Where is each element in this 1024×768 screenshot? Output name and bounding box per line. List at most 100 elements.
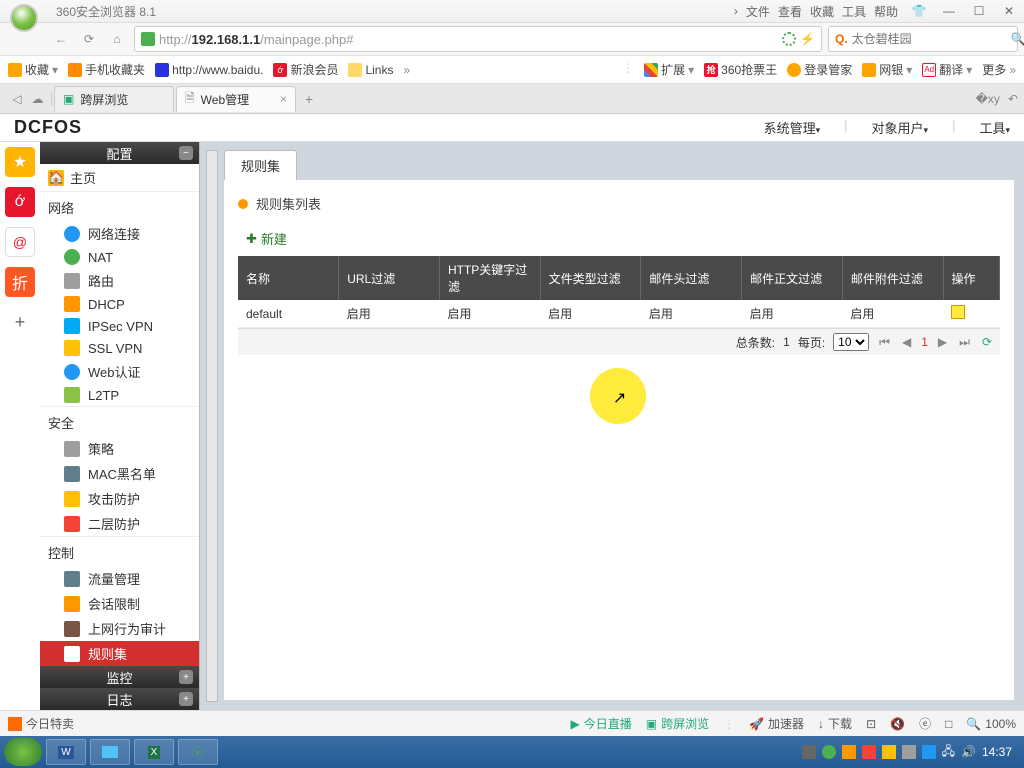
minimize-button[interactable]: —: [940, 4, 958, 18]
menu-fav[interactable]: 收藏: [810, 3, 834, 20]
bm-login[interactable]: 登录管家: [787, 61, 852, 78]
sidebar-header-monitor[interactable]: 监控+: [40, 666, 199, 688]
pager-refresh[interactable]: ⟳: [980, 335, 994, 349]
edit-icon[interactable]: [951, 305, 965, 319]
reload-button[interactable]: ⟳: [78, 28, 100, 50]
table-row[interactable]: default 启用 启用 启用 启用 启用 启用: [238, 300, 1000, 328]
bm-translate[interactable]: Ad翻译▾: [922, 61, 972, 78]
undo-tab-icon[interactable]: ↶: [1008, 92, 1018, 106]
tray-clock[interactable]: 14:37: [982, 745, 1012, 759]
sb-layer2[interactable]: 二层防护: [40, 511, 199, 536]
sidebar-header-log[interactable]: 日志+: [40, 688, 199, 710]
tab-close-icon[interactable]: ×: [280, 92, 287, 106]
st-ie[interactable]: ⓔ: [919, 715, 931, 732]
pager-prev[interactable]: ◀: [900, 335, 913, 349]
menu-system[interactable]: 系统管理▾: [764, 118, 821, 137]
bm-more[interactable]: »: [403, 63, 410, 77]
pager-next[interactable]: ▶: [936, 335, 949, 349]
sb-dhcp[interactable]: DHCP: [40, 293, 199, 315]
tab-crossscreen[interactable]: ▣ 跨屏浏览: [54, 86, 174, 112]
tray-icon-1[interactable]: [802, 745, 816, 759]
sb-audit[interactable]: 上网行为审计: [40, 616, 199, 641]
sb-session[interactable]: 会话限制: [40, 591, 199, 616]
st-sale[interactable]: 今日特卖: [8, 715, 74, 732]
expand-icon[interactable]: +: [179, 670, 193, 684]
expand-icon[interactable]: +: [179, 692, 193, 706]
quick-at[interactable]: @: [5, 227, 35, 257]
collapse-icon[interactable]: −: [179, 146, 193, 160]
col-url[interactable]: URL过滤: [339, 256, 440, 300]
st-mute[interactable]: 🔇: [890, 717, 905, 731]
st-pip[interactable]: ⊡: [866, 717, 876, 731]
sb-attack[interactable]: 攻击防护: [40, 486, 199, 511]
sb-route[interactable]: 路由: [40, 268, 199, 293]
home-button[interactable]: ⌂: [106, 28, 128, 50]
tab-add-button[interactable]: +: [298, 91, 320, 107]
sb-nat[interactable]: NAT: [40, 246, 199, 268]
fav-button[interactable]: 收藏▾: [8, 61, 58, 78]
tray-icon-6[interactable]: [902, 745, 916, 759]
quick-add-button[interactable]: +: [5, 307, 35, 337]
tab-cloud[interactable]: ☁: [30, 92, 52, 106]
bm-links[interactable]: Links: [348, 63, 393, 77]
sb-netconn[interactable]: 网络连接: [40, 221, 199, 246]
st-cross[interactable]: ▣跨屏浏览: [646, 715, 709, 732]
menu-file[interactable]: 文件: [746, 3, 770, 20]
sb-traffic[interactable]: 流量管理: [40, 566, 199, 591]
sb-policy[interactable]: 策略: [40, 436, 199, 461]
close-button[interactable]: ✕: [1000, 4, 1018, 18]
st-accel[interactable]: 🚀加速器: [749, 715, 804, 732]
tray-icon-7[interactable]: [922, 745, 936, 759]
st-zoom[interactable]: 🔍100%: [966, 717, 1016, 731]
sb-webauth[interactable]: Web认证: [40, 359, 199, 384]
new-button[interactable]: ✚新建: [246, 229, 287, 248]
sidebar-header-config[interactable]: 配置−: [40, 142, 199, 164]
lightning-icon[interactable]: ⚡: [800, 32, 815, 46]
tray-icon-2[interactable]: [822, 745, 836, 759]
menu-tools[interactable]: 工具▾: [979, 118, 1010, 137]
pager-first[interactable]: ⏮: [877, 335, 892, 350]
col-op[interactable]: 操作: [943, 256, 999, 300]
pager-last[interactable]: ⏭: [957, 335, 972, 350]
bm-ticket[interactable]: 抢360抢票王: [704, 61, 777, 78]
tray-icon-3[interactable]: [842, 745, 856, 759]
bm-phone[interactable]: 手机收藏夹: [68, 61, 145, 78]
restore-tab-icon[interactable]: �ху: [976, 92, 1000, 106]
task-excel[interactable]: X: [134, 739, 174, 765]
sb-l2tp[interactable]: L2TP: [40, 384, 199, 406]
back-button[interactable]: ←: [50, 28, 72, 50]
user-avatar[interactable]: [10, 4, 38, 32]
content-tab[interactable]: 规则集: [224, 150, 297, 180]
sidebar-home[interactable]: 🏠主页: [40, 164, 199, 191]
col-maila[interactable]: 邮件附件过滤: [842, 256, 943, 300]
bm-sina[interactable]: ớ新浪会员: [273, 61, 338, 78]
bm-ext[interactable]: 扩展▾: [644, 61, 694, 78]
st-download[interactable]: ↓下载: [818, 715, 852, 732]
quick-discount[interactable]: 折: [5, 267, 35, 297]
col-name[interactable]: 名称: [238, 256, 339, 300]
sb-mac[interactable]: MAC黑名单: [40, 461, 199, 486]
tray-icon-5[interactable]: [882, 745, 896, 759]
quick-star[interactable]: ★: [5, 147, 35, 177]
task-desktop[interactable]: [90, 739, 130, 765]
tray-icon-4[interactable]: [862, 745, 876, 759]
sb-ipsec[interactable]: IPSec VPN: [40, 315, 199, 337]
search-input[interactable]: [852, 32, 1007, 46]
menu-tool[interactable]: 工具: [842, 3, 866, 20]
col-mailb[interactable]: 邮件正文过滤: [742, 256, 843, 300]
search-box[interactable]: Q. 🔍: [828, 26, 1018, 52]
tray-volume-icon[interactable]: 🔊: [961, 745, 976, 759]
sb-ruleset[interactable]: 规则集: [40, 641, 199, 666]
menu-help[interactable]: 帮助: [874, 3, 898, 20]
tray-network-icon[interactable]: 🖧: [942, 742, 955, 763]
st-capture[interactable]: □: [945, 717, 952, 731]
compass-icon[interactable]: [782, 32, 796, 46]
content-scrollbar[interactable]: [206, 150, 218, 702]
task-browser[interactable]: ⓔ: [178, 739, 218, 765]
task-word[interactable]: W: [46, 739, 86, 765]
perpage-select[interactable]: 10: [833, 333, 869, 351]
search-engine-icon[interactable]: Q.: [835, 32, 848, 46]
tab-back[interactable]: ◁: [6, 92, 28, 106]
menu-view[interactable]: 查看: [778, 3, 802, 20]
bm-moreright[interactable]: 更多»: [982, 61, 1016, 78]
